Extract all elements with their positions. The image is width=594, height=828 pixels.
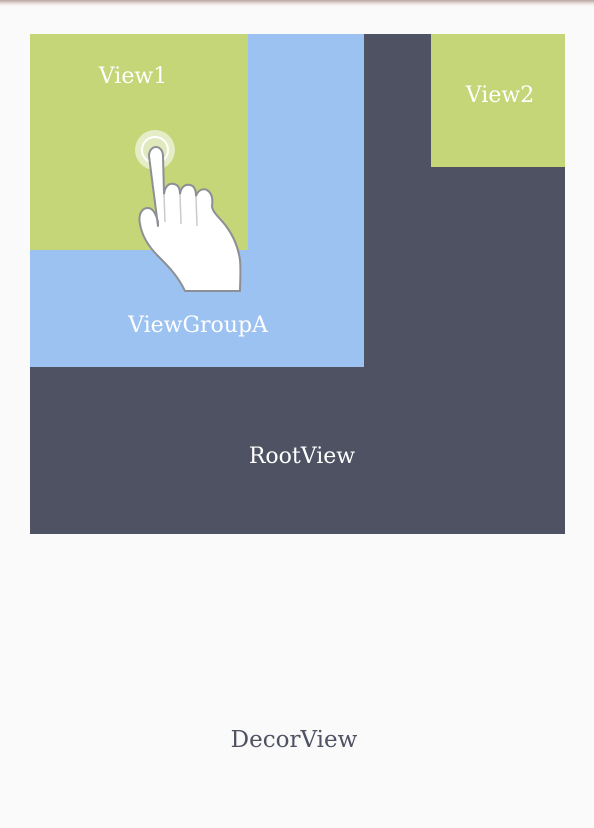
top-edge-strip	[0, 0, 594, 6]
finger-crease-3	[195, 195, 198, 227]
root-view-label: RootView	[248, 444, 356, 469]
view2-label: View2	[465, 83, 535, 108]
viewgroup-a-label: ViewGroupA	[128, 313, 268, 338]
finger-crease-2	[179, 193, 182, 225]
view1-label: View1	[98, 64, 168, 89]
finger-crease-1	[163, 193, 166, 223]
hand-pointer-icon	[135, 130, 242, 292]
hand-shape	[138, 146, 242, 292]
decor-view-label: DecorView	[230, 727, 358, 753]
